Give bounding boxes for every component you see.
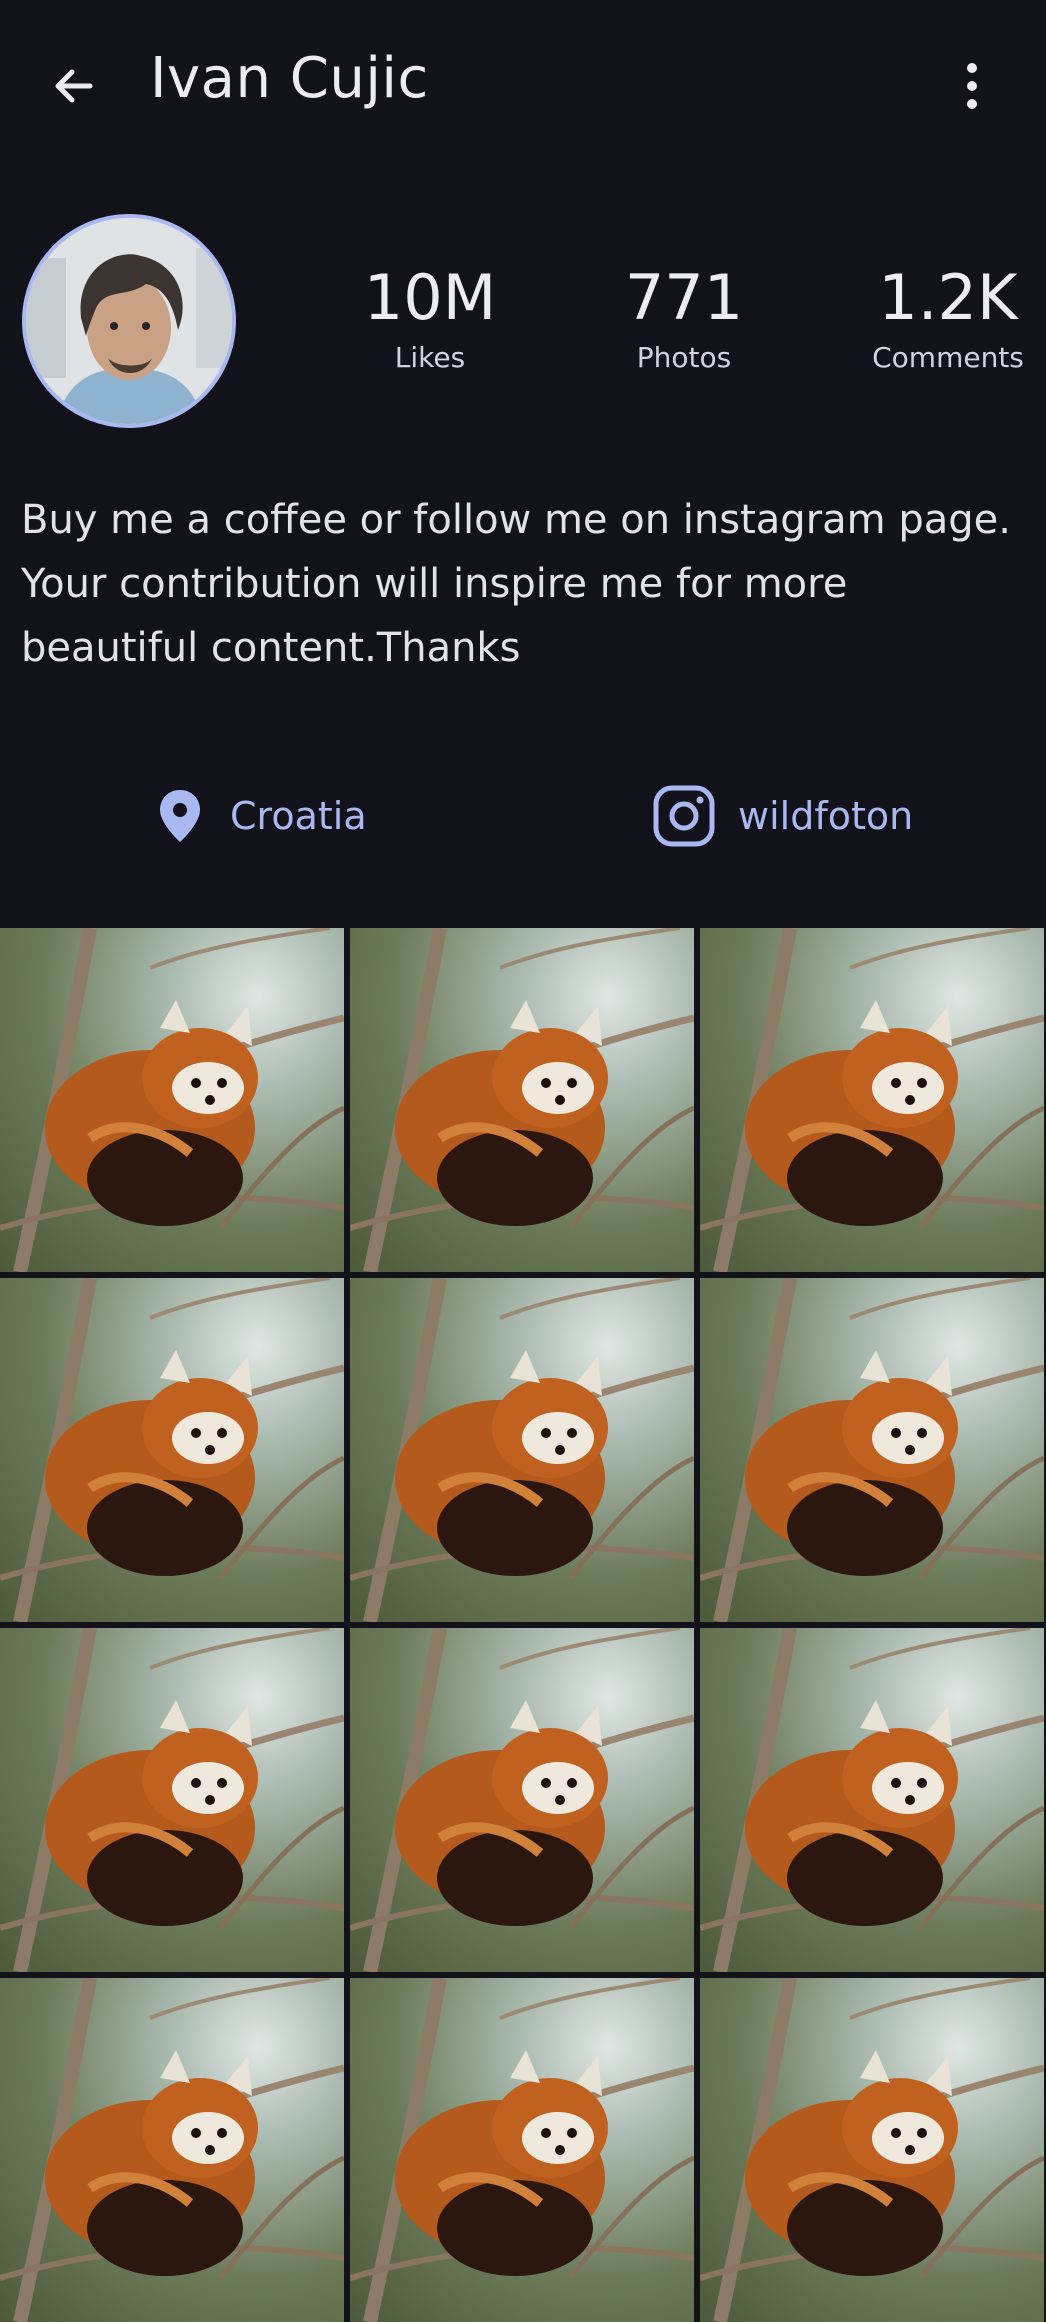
red-panda-photo: [700, 928, 1044, 1272]
stat-label: Likes: [394, 341, 466, 374]
stat-photos[interactable]: 771 Photos: [584, 258, 784, 376]
photo-tile[interactable]: [700, 1978, 1044, 2322]
location-text: Croatia: [230, 794, 367, 838]
red-panda-photo: [700, 1278, 1044, 1622]
bio-line: Buy me a coffee or follow me on instagra…: [21, 497, 1011, 543]
photo-tile[interactable]: [700, 1628, 1044, 1972]
photo-tile[interactable]: [0, 1278, 344, 1622]
red-panda-photo: [350, 928, 694, 1272]
red-panda-photo: [0, 928, 344, 1272]
photo-tile[interactable]: [350, 928, 694, 1272]
red-panda-photo: [0, 1978, 344, 2322]
more-options-button[interactable]: [940, 50, 1004, 122]
stat-value: 10M: [363, 261, 497, 334]
instagram-text: wildfoton: [738, 794, 914, 838]
photo-tile[interactable]: [0, 928, 344, 1272]
photo-tile[interactable]: [0, 1978, 344, 2322]
red-panda-photo: [700, 1978, 1044, 2322]
stat-comments[interactable]: 1.2K Comments: [848, 258, 1046, 376]
bio-line: beautiful content.Thanks: [21, 625, 521, 671]
red-panda-photo: [0, 1628, 344, 1972]
page-title: Ivan Cujic: [150, 46, 429, 111]
photo-tile[interactable]: [0, 1628, 344, 1972]
bio-line: Your contribution will inspire me for mo…: [21, 561, 848, 607]
app-bar: Ivan Cujic: [0, 0, 1046, 170]
instagram-icon: [653, 785, 715, 847]
red-panda-photo: [0, 1278, 344, 1622]
photo-tile[interactable]: [350, 1628, 694, 1972]
stat-value: 1.2K: [878, 261, 1018, 334]
map-pin-icon: [160, 790, 200, 842]
photo-tile[interactable]: [700, 928, 1044, 1272]
red-panda-photo: [700, 1628, 1044, 1972]
stat-label: Photos: [636, 341, 732, 374]
photo-tile[interactable]: [350, 1278, 694, 1622]
arrow-left-icon: [55, 69, 93, 103]
more-vertical-icon: [967, 63, 977, 109]
avatar[interactable]: [22, 214, 236, 428]
photo-grid: [0, 928, 1046, 2322]
red-panda-photo: [350, 1628, 694, 1972]
stat-value: 771: [624, 261, 744, 334]
red-panda-photo: [350, 1278, 694, 1622]
photo-tile[interactable]: [350, 1978, 694, 2322]
instagram-link[interactable]: wildfoton: [652, 776, 913, 856]
avatar-image: [26, 218, 232, 424]
back-button[interactable]: [38, 50, 110, 122]
profile-bio: Buy me a coffee or follow me on instagra…: [21, 488, 1031, 680]
photo-tile[interactable]: [700, 1278, 1044, 1622]
stat-likes[interactable]: 10M Likes: [330, 258, 530, 376]
location-link[interactable]: Croatia: [158, 776, 367, 856]
red-panda-photo: [350, 1978, 694, 2322]
stat-label: Comments: [872, 341, 1024, 374]
